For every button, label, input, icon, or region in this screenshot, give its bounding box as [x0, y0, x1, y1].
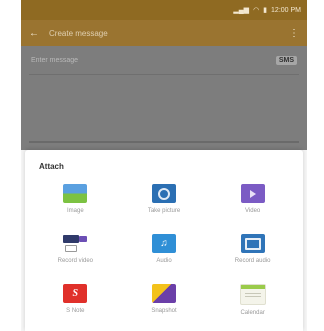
attach-item-audio[interactable]: Audio [120, 234, 209, 276]
calendar-icon [239, 284, 266, 305]
camera-lens-shape [79, 236, 88, 242]
attach-item-label: Record audio [234, 258, 271, 264]
attach-sheet: Attach Image Take picture Video Record v… [25, 150, 303, 331]
audio-icon [151, 234, 176, 253]
phone-screen: ▂▄▆ ◠ ▮ 12:00 PM ← Create message ⋮ Ente… [21, 0, 307, 331]
wifi-icon: ◠ [253, 6, 260, 14]
attach-item-image[interactable]: Image [31, 184, 120, 226]
signal-icon: ▂▄▆ [233, 6, 250, 14]
attach-item-s-note[interactable]: S Note [31, 284, 120, 326]
attach-item-label: Audio [156, 258, 172, 264]
message-input[interactable]: Enter message SMS [21, 46, 307, 74]
attach-item-take-picture[interactable]: Take picture [120, 184, 209, 226]
attach-item-label: Snapshot [151, 308, 177, 314]
record-video-icon [63, 234, 88, 253]
attach-item-record-video[interactable]: Record video [31, 234, 120, 276]
attach-item-label: Image [66, 208, 84, 214]
toolbar-title: Create message [49, 28, 108, 38]
battery-icon: ▮ [263, 6, 268, 14]
attach-item-label: S Note [66, 308, 85, 314]
attach-item-record-audio[interactable]: Record audio [208, 234, 297, 276]
app-toolbar: ← Create message ⋮ [21, 20, 307, 46]
image-icon [63, 184, 88, 203]
s-note-icon [63, 284, 88, 303]
message-body [21, 75, 307, 135]
arrow-back-icon[interactable]: ← [29, 28, 43, 39]
attach-item-calendar[interactable]: Calendar [208, 284, 297, 326]
attach-item-label: Calendar [240, 310, 265, 316]
attach-grid: Image Take picture Video Record video ♫ … [25, 180, 303, 326]
attach-item-label: Record video [57, 258, 93, 264]
attach-item-snapshot[interactable]: Snapshot [120, 284, 209, 326]
attach-item-video[interactable]: Video [208, 184, 297, 226]
attach-item-label: Video [245, 208, 261, 214]
more-vert-icon[interactable]: ⋮ [289, 28, 299, 39]
camera-body-shape [63, 235, 80, 243]
status-time: 12:00 PM [271, 6, 301, 14]
snapshot-icon [151, 284, 176, 303]
video-icon [240, 184, 265, 203]
compose-area: Enter message SMS [21, 46, 307, 150]
message-placeholder: Enter message [31, 56, 79, 64]
attach-item-label: Take picture [147, 208, 181, 214]
sheet-title: Attach [39, 162, 64, 171]
tape-shape [65, 245, 78, 252]
camera-icon [151, 184, 176, 203]
divider [29, 141, 299, 143]
sms-badge: SMS [275, 55, 297, 65]
record-audio-icon [240, 234, 265, 253]
status-bar: ▂▄▆ ◠ ▮ 12:00 PM [21, 0, 307, 20]
